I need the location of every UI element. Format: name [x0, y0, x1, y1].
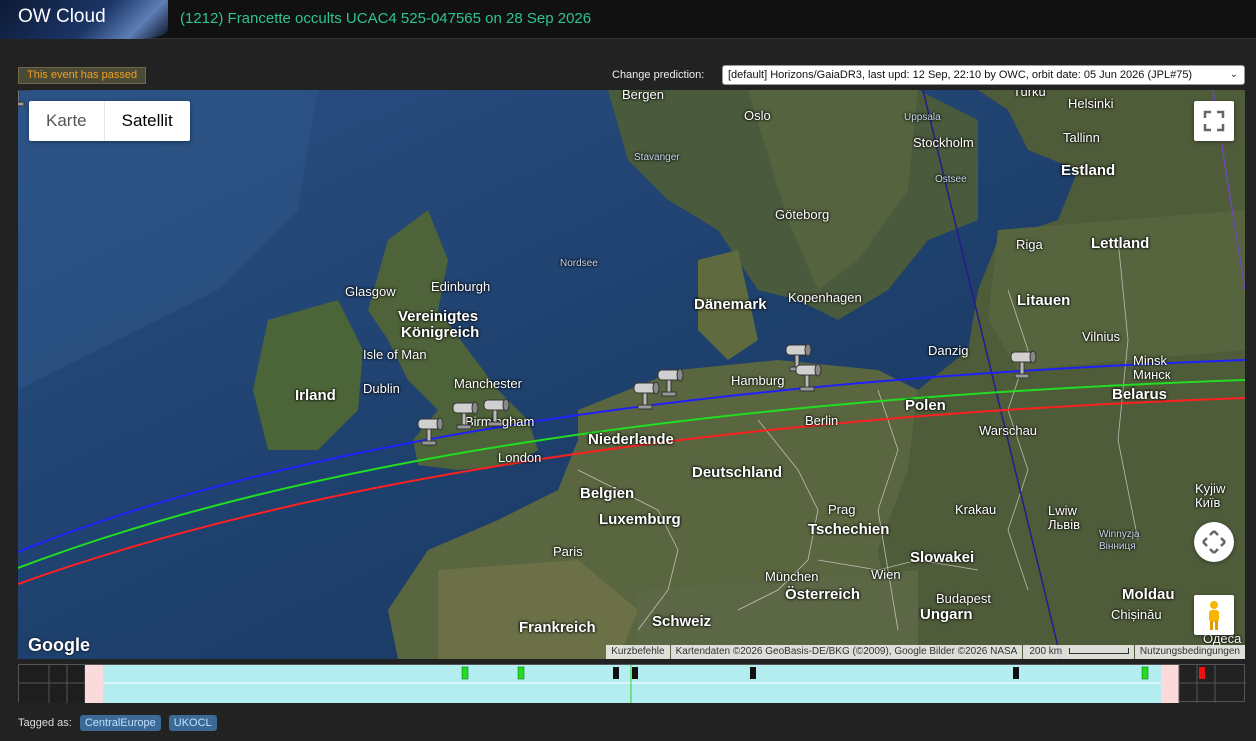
map-attribution: Kurzbefehle Kartendaten ©2026 GeoBasis-D…	[605, 645, 1245, 659]
tag-ukocl[interactable]: UKOCL	[168, 715, 217, 731]
logo-text: OW Cloud	[18, 6, 106, 27]
chevron-down-icon: ⌄	[1229, 69, 1238, 80]
pegman-icon	[1209, 601, 1219, 630]
keyboard-shortcuts-link[interactable]: Kurzbefehle	[606, 645, 670, 659]
occultation-map[interactable]: Bergen Oslo Stavanger Turku Helsinki Upp…	[18, 90, 1245, 659]
telescope-icon[interactable]	[483, 398, 510, 427]
prediction-select[interactable]: [default] Horizons/GaiaDR3, last upd: 12…	[722, 65, 1245, 85]
event-title: (1212) Francette occults UCAC4 525-04756…	[180, 10, 592, 27]
map-data-attribution: Kartendaten ©2026 GeoBasis-DE/BKG (©2009…	[670, 645, 1023, 659]
telescope-icon[interactable]	[452, 401, 479, 430]
map-type-control: Karte Satellit	[29, 101, 190, 141]
telescope-icon[interactable]	[657, 368, 684, 397]
telescope-icon[interactable]	[795, 363, 822, 392]
map-type-karte-button[interactable]: Karte	[29, 101, 104, 141]
telescope-icon[interactable]	[633, 381, 660, 410]
fullscreen-button[interactable]	[1194, 101, 1234, 141]
change-prediction-label: Change prediction:	[612, 69, 705, 81]
street-view-button[interactable]	[1194, 595, 1234, 635]
map-scale[interactable]: 200 km	[1023, 645, 1134, 659]
pan-control[interactable]	[1194, 522, 1234, 562]
fullscreen-icon	[1203, 110, 1225, 132]
app-logo[interactable]: OW Cloud	[0, 0, 168, 39]
scale-bar	[1068, 648, 1129, 655]
telescope-icon[interactable]	[1010, 350, 1037, 379]
event-passed-badge: This event has passed	[18, 67, 147, 84]
terms-link[interactable]: Nutzungsbedingungen	[1134, 645, 1245, 659]
tags-row: Tagged as: CentralEurope UKOCL	[18, 715, 217, 731]
google-logo: Google	[28, 635, 90, 655]
pan-icon	[1202, 530, 1226, 554]
observer-marker-layer	[18, 90, 1037, 446]
prediction-selected-value: [default] Horizons/GaiaDR3, last upd: 12…	[728, 69, 1193, 81]
timeline-strip[interactable]	[18, 664, 1246, 703]
tag-centraleurope[interactable]: CentralEurope	[79, 715, 161, 731]
top-bar: OW Cloud (1212) Francette occults UCAC4 …	[0, 0, 1256, 39]
timeline-graphic	[19, 665, 1246, 703]
map-scale-label: 200 km	[1029, 646, 1063, 657]
map-type-satellit-button[interactable]: Satellit	[103, 101, 190, 141]
telescope-icon[interactable]	[417, 417, 444, 446]
tags-label: Tagged as:	[18, 717, 72, 729]
